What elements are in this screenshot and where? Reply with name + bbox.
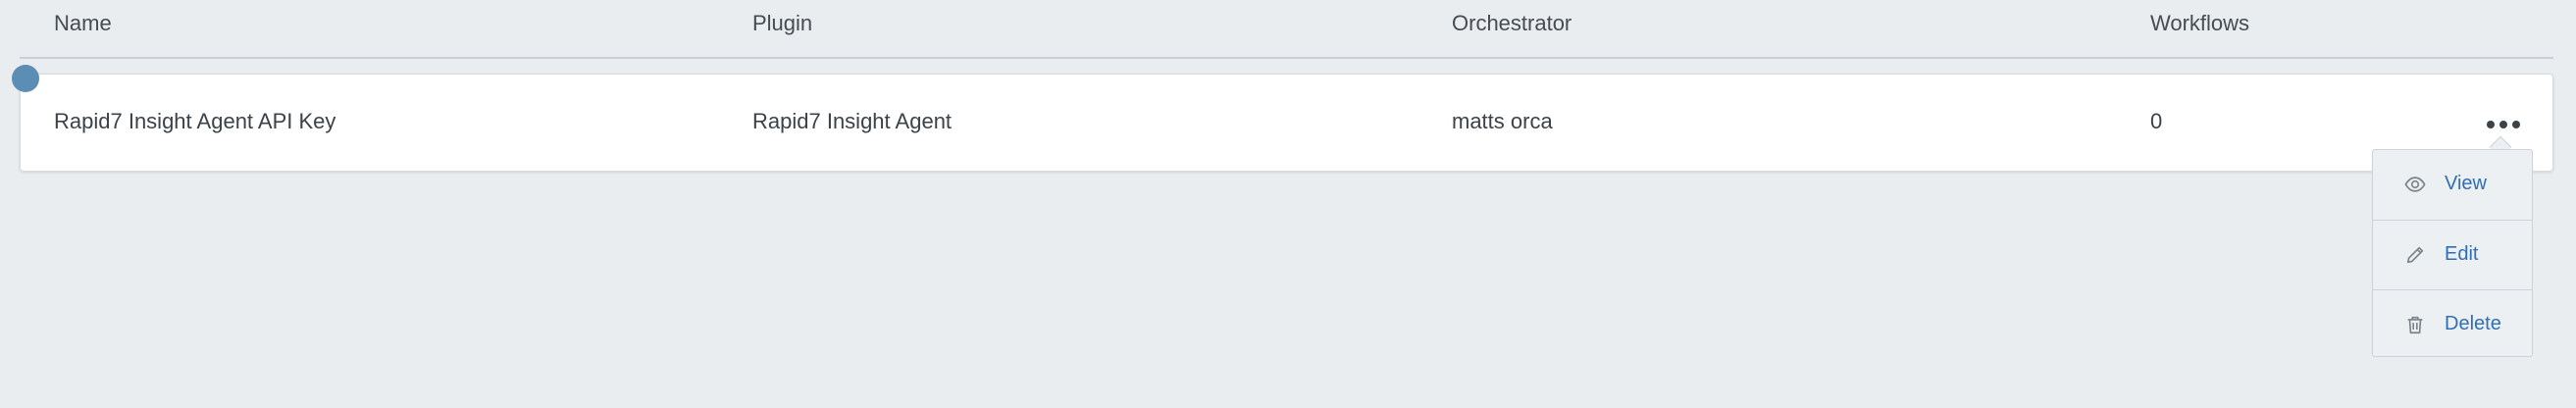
eye-icon bbox=[2404, 177, 2426, 192]
more-actions-button[interactable] bbox=[2482, 114, 2525, 135]
menu-item-delete[interactable]: Delete bbox=[2373, 289, 2532, 359]
table-row[interactable]: Rapid7 Insight Agent API Key Rapid7 Insi… bbox=[20, 74, 2553, 172]
column-header-orchestrator[interactable]: Orchestrator bbox=[1452, 11, 1571, 36]
column-header-plugin[interactable]: Plugin bbox=[752, 11, 812, 36]
pencil-icon bbox=[2406, 246, 2424, 264]
menu-item-view[interactable]: View bbox=[2373, 150, 2532, 219]
column-header-name[interactable]: Name bbox=[54, 11, 112, 36]
row-actions-menu: View Edit Delete bbox=[2372, 149, 2533, 357]
menu-item-view-label: View bbox=[2445, 173, 2487, 194]
row-select-indicator[interactable] bbox=[12, 65, 39, 92]
ellipsis-icon bbox=[2487, 121, 2495, 128]
page: Name Plugin Orchestrator Workflows Rapid… bbox=[0, 0, 2576, 408]
row-name: Rapid7 Insight Agent API Key bbox=[54, 109, 336, 133]
menu-item-edit-label: Edit bbox=[2445, 243, 2479, 265]
row-workflows: 0 bbox=[2150, 109, 2163, 133]
menu-item-edit[interactable]: Edit bbox=[2373, 220, 2532, 289]
table-header: Name Plugin Orchestrator Workflows bbox=[20, 0, 2553, 59]
row-orchestrator: matts orca bbox=[1452, 109, 1553, 133]
trash-icon bbox=[2407, 316, 2423, 334]
menu-item-delete-label: Delete bbox=[2445, 313, 2501, 334]
column-header-workflows[interactable]: Workflows bbox=[2150, 11, 2249, 36]
row-plugin: Rapid7 Insight Agent bbox=[752, 109, 953, 133]
